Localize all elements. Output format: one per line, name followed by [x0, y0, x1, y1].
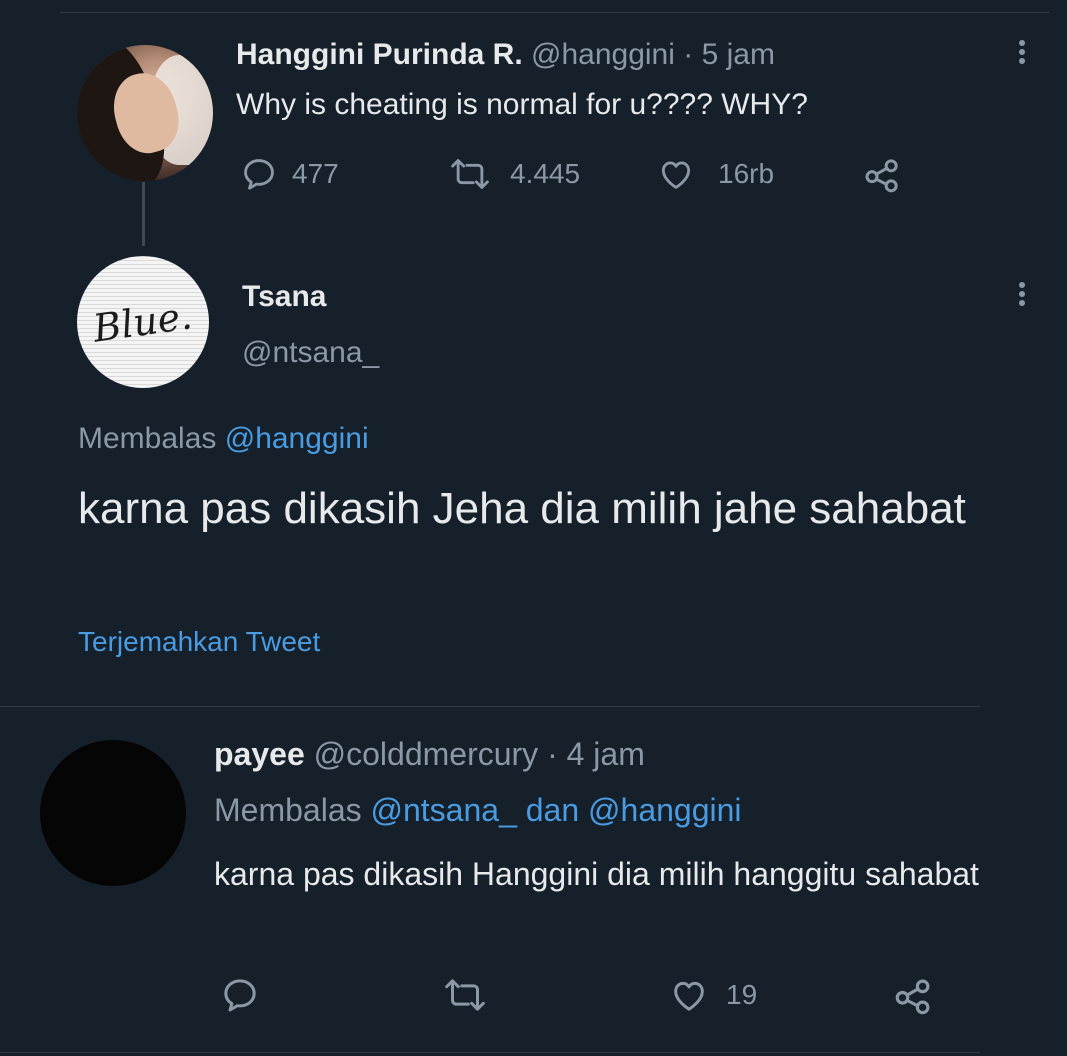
tweet1-handle[interactable]: @hanggini	[531, 38, 675, 71]
like-button[interactable]: 19	[668, 975, 757, 1015]
like-icon	[661, 161, 691, 189]
bottom-divider	[0, 1052, 980, 1053]
like-count: 19	[726, 979, 758, 1010]
mention-link[interactable]: @hanggini	[225, 422, 369, 455]
divider	[0, 706, 980, 707]
tweet3-separator: ·	[547, 736, 558, 772]
tweet3-handle[interactable]: @colddmercury	[314, 736, 539, 772]
avatar-tsana[interactable]: Blue.	[77, 256, 209, 388]
top-divider	[60, 12, 1050, 13]
tweet1-text: Why is cheating is normal for u???? WHY?	[236, 88, 808, 121]
reply-icon	[244, 159, 274, 190]
more-icon[interactable]	[1018, 40, 1026, 67]
retweet-count: 4.445	[510, 158, 581, 189]
mention-link[interactable]: @ntsana_	[371, 792, 517, 828]
tweet2-reply-context: Membalas @hanggini	[78, 422, 369, 456]
retweet-button[interactable]	[440, 975, 490, 1015]
share-icon	[895, 979, 930, 1015]
like-count: 16rb	[718, 158, 775, 189]
avatar-logo-text: Blue.	[90, 293, 196, 351]
like-icon	[674, 981, 704, 1011]
share-icon	[865, 159, 898, 193]
mention-link[interactable]: @hanggini	[588, 792, 741, 828]
translate-tweet-link[interactable]: Terjemahkan Tweet	[78, 626, 320, 658]
tweet3-author-name[interactable]: payee	[214, 736, 305, 772]
tweet3-header: payee @colddmercury · 4 jam	[214, 736, 645, 773]
reply-count: 477	[292, 158, 339, 189]
tweet3-reply-context: Membalas @ntsana_ dan @hanggini	[214, 792, 742, 829]
reply-icon	[224, 979, 256, 1012]
tweet1-time[interactable]: 5 jam	[702, 38, 775, 71]
reply-button[interactable]	[220, 975, 260, 1015]
avatar-payee[interactable]	[40, 740, 186, 886]
thread-connector	[142, 182, 145, 246]
share-button[interactable]	[892, 975, 934, 1017]
tweet1-author-name[interactable]: Hanggini Purinda R.	[236, 38, 523, 71]
tweet1-separator: ·	[683, 38, 694, 71]
more-icon[interactable]	[1018, 282, 1026, 309]
like-button[interactable]: 16rb	[656, 155, 774, 193]
retweet-icon	[451, 159, 489, 189]
tweet2-text: karna pas dikasih Jeha dia milih jahe sa…	[78, 484, 966, 533]
avatar-hanggini[interactable]	[75, 43, 215, 183]
tweet2-handle[interactable]: @ntsana_	[242, 336, 379, 370]
reply-button[interactable]: 477	[240, 155, 339, 193]
reply-conjunction: dan	[525, 792, 580, 828]
retweet-icon	[445, 979, 485, 1011]
tweet2-author-name[interactable]: Tsana	[242, 280, 326, 314]
share-button[interactable]	[862, 155, 902, 195]
reply-prefix: Membalas	[78, 422, 217, 455]
tweet3-text: karna pas dikasih Hanggini dia milih han…	[214, 856, 979, 892]
retweet-button[interactable]: 4.445	[446, 155, 580, 193]
tweet3-time[interactable]: 4 jam	[567, 736, 645, 772]
tweet1-header: Hanggini Purinda R. @hanggini · 5 jam	[236, 38, 775, 72]
reply-prefix: Membalas	[214, 792, 362, 828]
